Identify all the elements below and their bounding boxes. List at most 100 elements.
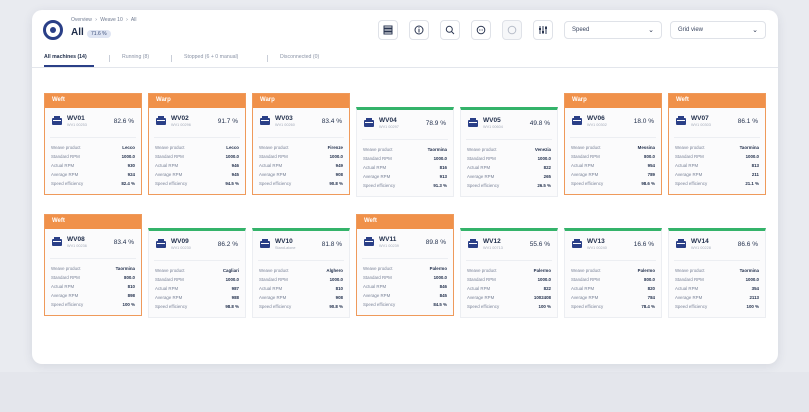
stat-value: 816 xyxy=(439,165,447,170)
machine-efficiency: 86.1 % xyxy=(737,118,758,125)
stat-value: 784 xyxy=(647,295,655,300)
page-title: All xyxy=(71,27,84,38)
machine-serial: WV1 00236 xyxy=(67,244,87,248)
stat-value: 82.4 % xyxy=(121,181,135,186)
stat-row: Average RPM 211 xyxy=(675,170,759,179)
stat-label: Speed efficiency xyxy=(675,181,708,186)
stat-row: Average RPM 913 xyxy=(363,172,447,181)
machine-card[interactable]: WV13 WV1 00240 16.6 % Weave product Palermo S… xyxy=(564,228,662,318)
machine-card[interactable]: WV04 WV1 00297 78.9 % Weave product Taormina… xyxy=(356,107,454,197)
machine-card[interactable]: Warp WV02 WV1 00296 91.7 % Weave product Lecc… xyxy=(148,93,246,195)
stat-value: 924 xyxy=(127,172,135,177)
stat-row: Actual RPM 813 xyxy=(675,161,759,170)
stat-row: Standard RPM 1000.0 xyxy=(467,275,551,284)
chat-icon[interactable] xyxy=(471,20,491,40)
stat-value: 1000.0 xyxy=(745,154,759,159)
machine-card[interactable]: WV09 WV1 00230 86.2 % Weave product Cagliari… xyxy=(148,228,246,318)
machine-card[interactable]: WV12 WV1 00713 55.6 % Weave product Palermo S… xyxy=(460,228,558,318)
loom-machine-icon xyxy=(572,116,582,125)
view-select[interactable]: Grid view ⌄ xyxy=(670,21,766,39)
stat-label: Average RPM xyxy=(363,293,391,298)
stat-value: Lecco xyxy=(226,145,239,150)
stat-label: Weave product xyxy=(155,268,185,273)
stat-row: Speed efficiency 21.1 % xyxy=(675,179,759,188)
stat-row: Average RPM 789 xyxy=(571,170,655,179)
stat-label: Speed efficiency xyxy=(155,304,188,309)
stat-label: Weave product xyxy=(467,147,497,152)
stat-value: Taormina xyxy=(427,147,447,152)
machine-card[interactable]: WV05 WV1 00604 49.8 % Weave product Venezia S… xyxy=(460,107,558,197)
tab-stopped[interactable]: Stopped (6 + 0 manual) xyxy=(184,54,238,60)
machine-card[interactable]: Warp WV03 WV1 00260 83.4 % Weave product Fire… xyxy=(252,93,350,195)
stat-value: 98.6 % xyxy=(641,181,655,186)
stat-value: 1000.0 xyxy=(433,275,447,280)
stat-row: Actual RPM 954 xyxy=(571,161,655,170)
machine-card[interactable]: Weft WV11 WV1 00239 89.8 % Weave product Pale… xyxy=(356,214,454,316)
machine-card[interactable]: Warp WV06 WV1 00302 18.0 % Weave product Mess… xyxy=(564,93,662,195)
stat-value: Taormina xyxy=(115,266,135,271)
machine-serial: WV1 00302 xyxy=(587,123,607,127)
list-view-icon[interactable] xyxy=(378,20,398,40)
stat-row: Standard RPM 800.0 xyxy=(571,275,655,284)
stat-label: Weave product xyxy=(571,268,601,273)
stat-value: 930 xyxy=(127,163,135,168)
machine-card[interactable]: Weft WV07 WV1 00303 86.1 % Weave product Taor… xyxy=(668,93,766,195)
stat-value: Messina xyxy=(637,145,655,150)
tab-running[interactable]: Running (8) xyxy=(122,54,149,60)
stat-label: Speed efficiency xyxy=(571,304,604,309)
stat-label: Weave product xyxy=(675,145,705,150)
tab-divider xyxy=(267,55,268,62)
stat-row: Average RPM 988 xyxy=(155,293,239,302)
stat-label: Standard RPM xyxy=(155,154,184,159)
stat-label: Average RPM xyxy=(675,295,703,300)
machine-card[interactable]: WV10 Stand-alone 81.8 % Weave product Algher… xyxy=(252,228,350,318)
machine-card[interactable]: Weft WV01 WV1 00253 82.6 % Weave product Lecc… xyxy=(44,93,142,195)
loom-machine-icon xyxy=(572,239,582,248)
breadcrumb-overview[interactable]: Overview xyxy=(71,17,92,23)
stat-row: Speed efficiency 100 % xyxy=(51,300,135,309)
stat-value: 800.0 xyxy=(644,277,655,282)
app-logo-icon[interactable] xyxy=(43,20,63,40)
machine-card[interactable]: WV14 WV1 00228 86.6 % Weave product Taormina… xyxy=(668,228,766,318)
stat-row: Weave product Messina xyxy=(571,143,655,152)
alert-banner: Weft xyxy=(45,94,141,108)
stat-label: Average RPM xyxy=(571,172,599,177)
filter-sliders-icon[interactable] xyxy=(533,20,553,40)
tab-all-machines[interactable]: All machines (14) xyxy=(44,54,87,60)
stat-label: Actual RPM xyxy=(155,163,179,168)
stat-value: 1000.0 xyxy=(329,277,343,282)
stat-label: Weave product xyxy=(51,266,81,271)
machine-efficiency: 18.0 % xyxy=(633,118,654,125)
machine-name: WV08 xyxy=(67,236,85,243)
loom-machine-icon xyxy=(52,237,62,246)
stat-label: Standard RPM xyxy=(259,154,288,159)
stat-row: Weave product Venezia xyxy=(467,145,551,154)
machine-serial: WV1 00240 xyxy=(587,246,607,250)
stat-label: Average RPM xyxy=(571,295,599,300)
stat-value: Taormina xyxy=(739,145,759,150)
stat-value: 846 xyxy=(439,284,447,289)
stat-row: Speed efficiency 82.4 % xyxy=(51,179,135,188)
stat-value: 1000.0 xyxy=(329,154,343,159)
machine-efficiency: 49.8 % xyxy=(529,120,550,127)
stat-value: 1002408 xyxy=(533,295,551,300)
stat-row: Actual RPM 816 xyxy=(363,163,447,172)
page-footer-shade xyxy=(0,372,809,412)
stat-label: Actual RPM xyxy=(363,284,387,289)
stat-label: Actual RPM xyxy=(467,286,491,291)
metric-select[interactable]: Speed ⌄ xyxy=(564,21,662,39)
info-icon[interactable] xyxy=(409,20,429,40)
machine-card[interactable]: Weft WV08 WV1 00236 83.4 % Weave product Taor… xyxy=(44,214,142,316)
breadcrumb-weave[interactable]: Weave 10 xyxy=(100,17,122,23)
stat-label: Actual RPM xyxy=(155,286,179,291)
tab-disconnected[interactable]: Disconnected (0) xyxy=(280,54,319,60)
stat-label: Average RPM xyxy=(467,295,495,300)
stat-label: Speed efficiency xyxy=(467,183,500,188)
stat-label: Actual RPM xyxy=(259,286,283,291)
chat-disabled-icon xyxy=(502,20,522,40)
search-icon[interactable] xyxy=(440,20,460,40)
stat-value: 845 xyxy=(439,293,447,298)
loom-machine-icon xyxy=(676,239,686,248)
stat-value: 78.4 % xyxy=(641,304,655,309)
stat-label: Average RPM xyxy=(259,295,287,300)
